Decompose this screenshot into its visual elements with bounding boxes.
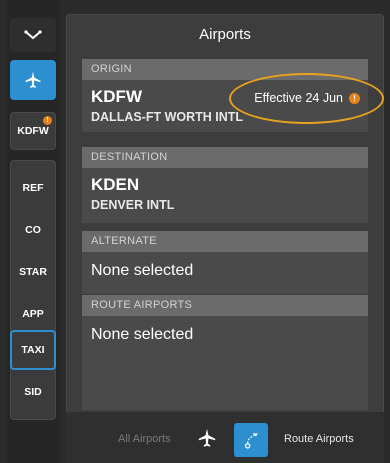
sidebar-item-sid[interactable]: SID [10,374,56,410]
sidebar-item-label: SID [24,386,42,398]
alternate-value: None selected [91,262,194,279]
warning-icon: ! [43,116,52,125]
destination-section[interactable]: DESTINATION KDEN DENVER INTL [82,147,368,223]
destination-body[interactable]: KDEN DENVER INTL [82,168,368,223]
route-airports-label[interactable]: Route Airports [284,433,354,445]
airport-filter-bar: All Airports Route Airports [66,412,384,463]
sidebar-item-label: APP [22,308,44,320]
airports-panel: Airports ORIGIN KDFW DALLAS-FT WORTH INT… [66,14,384,463]
page-title: Airports [199,26,251,43]
sidebar-item-star[interactable]: STAR [10,254,56,290]
origin-header: ORIGIN [82,59,368,80]
route-airports-value: None selected [91,326,194,343]
all-airports-button[interactable]: All Airports [118,433,171,445]
origin-name: DALLAS-FT WORTH INTL [91,110,244,124]
route-airports-body[interactable]: None selected [82,316,368,410]
airplane-icon [198,428,216,447]
warning-icon: ! [349,92,360,104]
sidebar-item-label: STAR [19,266,47,278]
alternate-body[interactable]: None selected [82,252,368,294]
sidebar-item-label: REF [22,182,44,194]
route-airports-header: ROUTE AIRPORTS [82,295,368,316]
collapse-button[interactable] [10,18,56,52]
destination-code: KDEN [91,175,140,194]
route-airports-toggle[interactable] [234,423,268,457]
sidebar: KDFW ! REF CO STAR APP TAXI SID [6,0,60,463]
origin-code: KDFW [91,87,142,106]
sidebar-item-ref[interactable]: REF [10,170,56,206]
alternate-header: ALTERNATE [82,231,368,252]
sidebar-item-label: CO [25,224,41,236]
airports-nav-button[interactable] [10,60,56,100]
chevron-down-icon [24,30,42,40]
sidebar-item-label: TAXI [21,344,45,356]
alternate-section[interactable]: ALTERNATE None selected [82,231,368,294]
airport-kdfw-label: KDFW [17,125,49,137]
sidebar-item-app[interactable]: APP [10,296,56,332]
origin-body[interactable]: KDFW DALLAS-FT WORTH INTL Effective 24 J… [82,80,368,132]
destination-name: DENVER INTL [91,198,175,212]
airport-kdfw-button[interactable]: KDFW ! [10,112,56,150]
origin-section[interactable]: ORIGIN KDFW DALLAS-FT WORTH INTL Effecti… [82,59,368,132]
sidebar-item-co[interactable]: CO [10,212,56,248]
destination-header: DESTINATION [82,147,368,168]
effective-label: Effective 24 Jun [254,91,343,105]
route-icon [244,433,258,449]
airplane-icon [25,71,41,88]
effective-date: Effective 24 Jun ! [254,91,360,105]
sidebar-item-taxi[interactable]: TAXI [10,330,56,370]
route-airports-section[interactable]: ROUTE AIRPORTS None selected [82,295,368,410]
